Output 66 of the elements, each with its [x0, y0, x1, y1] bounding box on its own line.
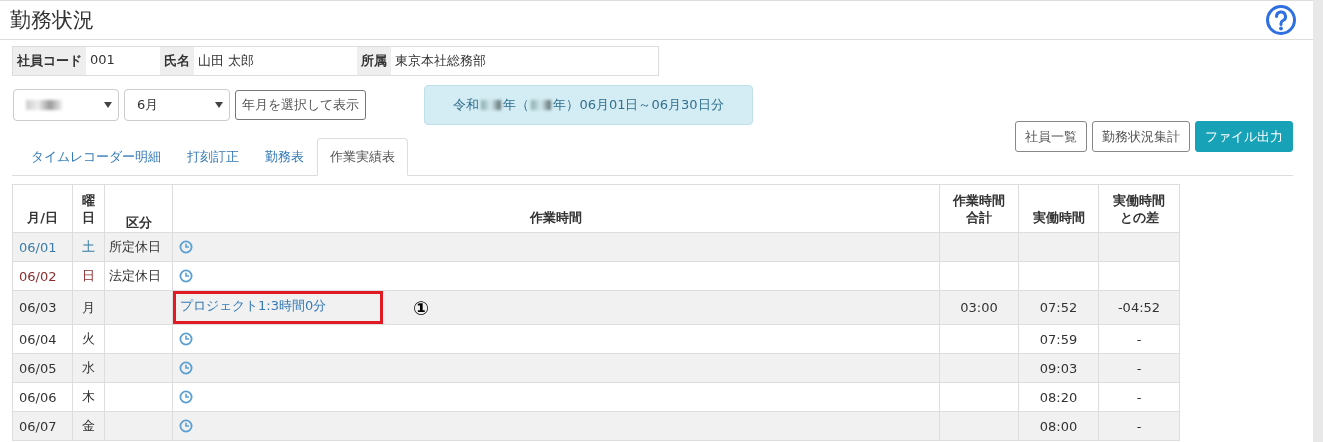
- weekday-cell: 日: [82, 268, 95, 283]
- diff-cell: -: [1136, 418, 1142, 434]
- period-text: 令和: [453, 96, 480, 114]
- actual-cell: 07:59: [1039, 331, 1078, 347]
- column-header: 曜日: [82, 193, 95, 226]
- actual-cell: 08:20: [1039, 389, 1078, 405]
- field-label: 氏名: [160, 47, 194, 75]
- date-cell: 06/03: [19, 300, 57, 315]
- weekday-cell: 月: [82, 299, 95, 315]
- actual-cell: 09:03: [1039, 360, 1078, 376]
- diff-cell: -: [1136, 331, 1142, 347]
- category-cell: 所定休日: [109, 239, 161, 254]
- column-header: 実働時間との差: [1113, 193, 1165, 226]
- date-cell: 06/05: [19, 360, 57, 376]
- diff-cell: -: [1136, 360, 1142, 376]
- help-icon[interactable]: [1265, 4, 1297, 36]
- tab[interactable]: 勤務表: [252, 138, 317, 176]
- caret-icon: [104, 102, 112, 108]
- field-value: 東京本社総務部: [394, 52, 487, 70]
- category-cell: 法定休日: [109, 268, 161, 283]
- column-header: 実働時間: [1032, 210, 1085, 226]
- weekday-cell: 火: [82, 331, 95, 346]
- month-select[interactable]: 6月: [124, 89, 230, 121]
- date-cell: 06/06: [19, 389, 57, 405]
- actual-cell: 08:00: [1039, 418, 1078, 434]
- diff-cell: -: [1136, 389, 1142, 405]
- tab[interactable]: 作業実績表: [317, 138, 408, 176]
- show-button[interactable]: 年月を選択して表示: [235, 90, 366, 120]
- nav-button[interactable]: 社員一覧: [1015, 121, 1087, 152]
- caret-icon: [215, 102, 223, 108]
- field-value: 001: [89, 51, 116, 69]
- tab[interactable]: タイムレコーダー明細: [18, 138, 174, 176]
- period-text: 年）06月01日～06月30日分: [553, 96, 724, 114]
- weekday-cell: 水: [82, 360, 95, 375]
- field-value: 山田 太郎: [197, 52, 256, 70]
- actual-cell: 07:52: [1039, 300, 1078, 315]
- column-header: 月/日: [27, 210, 58, 226]
- redacted-block: [531, 100, 552, 110]
- nav-button[interactable]: 勤務状況集計: [1092, 121, 1190, 152]
- date-cell: 06/01: [19, 239, 57, 255]
- column-header: 作業時間: [530, 210, 582, 226]
- weekday-cell: 金: [82, 418, 95, 433]
- clock-icon[interactable]: [179, 269, 193, 283]
- field-label: 所属: [357, 47, 391, 75]
- clock-icon[interactable]: [179, 240, 193, 254]
- clock-icon[interactable]: [179, 390, 193, 404]
- date-cell: 06/07: [19, 418, 57, 434]
- clock-icon[interactable]: [179, 419, 193, 433]
- weekday-cell: 土: [82, 239, 95, 254]
- date-cell: 06/04: [19, 331, 57, 347]
- field-label: 社員コード: [13, 47, 86, 75]
- column-header: 作業時間合計: [953, 193, 1005, 226]
- page-title: 勤務状況: [10, 7, 94, 34]
- clock-icon[interactable]: [179, 361, 193, 375]
- year-select[interactable]: [13, 89, 119, 121]
- redacted-block: [481, 100, 502, 110]
- annotation-mark: ①: [413, 296, 430, 319]
- date-cell: 06/02: [19, 268, 57, 284]
- diff-cell: -04:52: [1117, 300, 1161, 315]
- total-cell: 03:00: [960, 300, 998, 315]
- work-link[interactable]: プロジェクト1:3時間0分: [173, 291, 383, 324]
- tab[interactable]: 打刻訂正: [174, 138, 252, 176]
- clock-icon[interactable]: [179, 332, 193, 346]
- weekday-cell: 木: [82, 389, 95, 404]
- column-header: 区分: [125, 215, 152, 231]
- period-text: 年（: [503, 96, 530, 114]
